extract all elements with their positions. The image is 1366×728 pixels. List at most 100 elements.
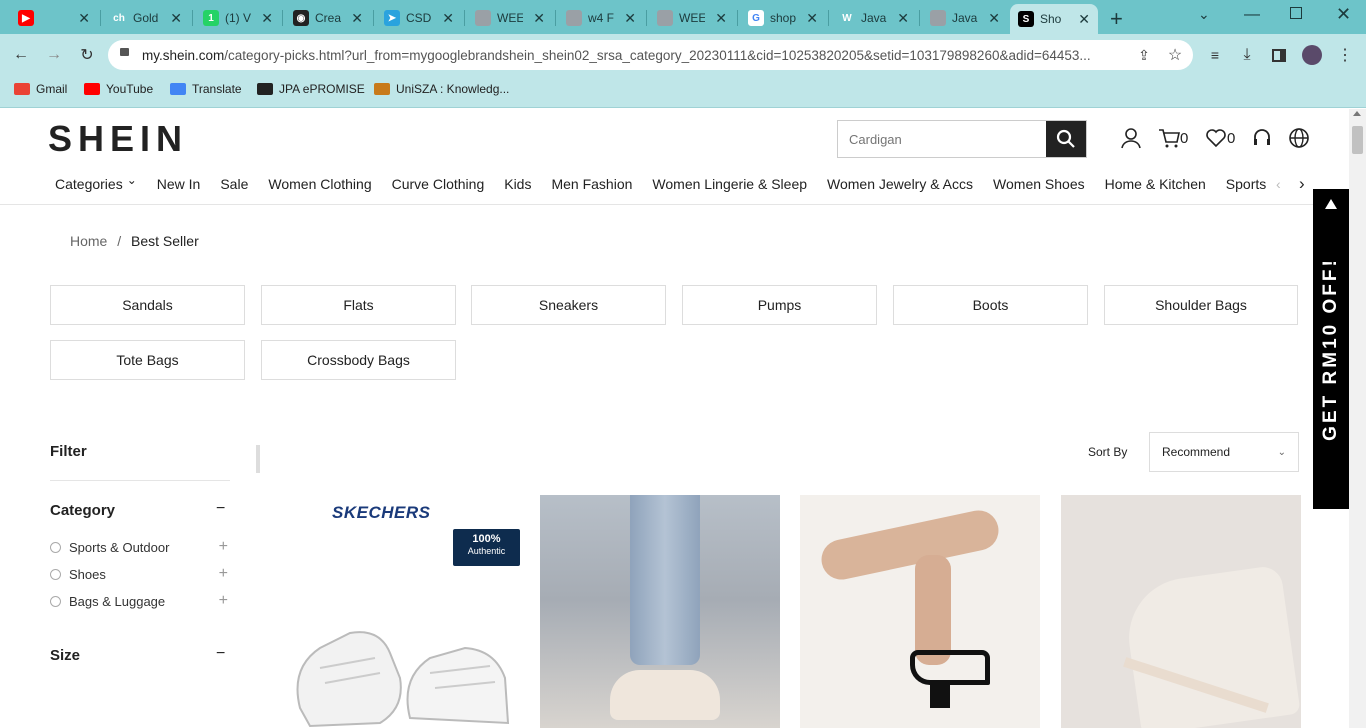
download-icon[interactable]: ⤓ [1236, 44, 1258, 66]
bookmark-item[interactable]: Gmail [14, 82, 67, 96]
category-chip[interactable]: Tote Bags [50, 340, 245, 380]
search-input[interactable] [838, 121, 1046, 157]
support-icon[interactable] [1251, 127, 1273, 149]
browser-tab[interactable]: ➤ CSD ✕ [376, 6, 462, 30]
bookmark-item[interactable]: YouTube [84, 82, 153, 96]
tab-close-icon[interactable]: ✕ [624, 10, 636, 27]
browser-tab[interactable]: W Java ✕ [831, 6, 917, 30]
nav-item[interactable]: Curve Clothing [392, 176, 485, 192]
category-option[interactable]: Shoes + [50, 565, 228, 583]
category-option[interactable]: Sports & Outdoor + [50, 538, 228, 556]
expand-plus-icon[interactable]: + [219, 565, 228, 583]
profile-avatar[interactable] [1302, 45, 1322, 65]
page-scrollbar[interactable] [1349, 109, 1366, 728]
tab-close-icon[interactable]: ✕ [170, 10, 182, 27]
product-card[interactable] [800, 495, 1040, 728]
close-window-button[interactable]: ✕ [1336, 4, 1351, 25]
browser-tab[interactable]: ◉ Crea ✕ [285, 6, 371, 30]
tab-separator [100, 10, 101, 26]
browser-tab[interactable]: WEE ✕ [467, 6, 553, 30]
product-card[interactable] [540, 495, 780, 728]
expand-plus-icon[interactable]: + [219, 592, 228, 610]
tab-close-icon[interactable]: ✕ [897, 10, 909, 27]
side-panel-icon[interactable] [1268, 44, 1290, 66]
reading-list-icon[interactable]: ≡ [1204, 44, 1226, 66]
size-collapse-icon[interactable]: − [216, 645, 225, 663]
scrollbar-thumb[interactable] [1352, 126, 1363, 154]
bookmark-star-icon[interactable]: ☆ [1164, 44, 1186, 66]
product-card[interactable] [1061, 495, 1301, 728]
tab-close-icon[interactable]: ✕ [78, 10, 90, 27]
nav-item[interactable]: Sports & Outdoor [1226, 176, 1267, 192]
tab-close-icon[interactable]: ✕ [533, 10, 545, 27]
promo-side-banner[interactable]: GET RM10 OFF! [1313, 189, 1349, 509]
minimize-button[interactable]: — [1244, 6, 1260, 24]
browser-tab[interactable]: w4 F ✕ [558, 6, 644, 30]
reload-icon[interactable]: ↻ [76, 44, 98, 66]
menu-icon[interactable]: ⋮ [1334, 44, 1356, 66]
bookmark-item[interactable]: Translate [170, 82, 242, 96]
browser-tab[interactable]: ▶ ✕ [10, 6, 98, 30]
bookmark-item[interactable]: UniSZA : Knowledg... [374, 82, 509, 96]
browser-tab[interactable]: Java ✕ [922, 6, 1008, 30]
tab-close-icon[interactable]: ✕ [1078, 11, 1090, 28]
nav-item[interactable]: Home & Kitchen [1105, 176, 1206, 192]
category-chip[interactable]: Shoulder Bags [1104, 285, 1298, 325]
radio-icon[interactable] [50, 595, 61, 607]
nav-item[interactable]: Men Fashion [551, 176, 632, 192]
tab-close-icon[interactable]: ✕ [715, 10, 727, 27]
nav-item[interactable]: Women Jewelry & Accs [827, 176, 973, 192]
category-chip[interactable]: Pumps [682, 285, 877, 325]
breadcrumb-home[interactable]: Home [70, 233, 107, 249]
nav-next-icon[interactable]: › [1299, 174, 1305, 194]
address-bar[interactable]: my.shein.com/category-picks.html?url_fro… [108, 40, 1193, 70]
tab-close-icon[interactable]: ✕ [806, 10, 818, 27]
nav-item[interactable]: New In [157, 176, 201, 192]
forward-icon[interactable]: → [43, 44, 65, 66]
category-filter-title[interactable]: Category [50, 502, 115, 519]
cart-button[interactable]: 0 [1158, 127, 1188, 149]
category-collapse-icon[interactable]: − [216, 500, 225, 518]
category-chip[interactable]: Boots [893, 285, 1088, 325]
filter-scroll-handle[interactable] [256, 445, 260, 473]
category-chip[interactable]: Crossbody Bags [261, 340, 456, 380]
search-button[interactable] [1046, 121, 1086, 157]
browser-tab[interactable]: ch Gold ✕ [103, 6, 190, 30]
new-tab-button[interactable]: + [1110, 6, 1123, 32]
restore-button[interactable] [1290, 7, 1302, 19]
shein-logo[interactable]: SHEIN [48, 118, 188, 160]
nav-item[interactable]: Categories [55, 176, 123, 192]
share-icon[interactable]: ⇪ [1133, 44, 1155, 66]
size-filter-title[interactable]: Size [50, 647, 80, 664]
nav-prev-icon[interactable]: ‹ [1276, 176, 1281, 192]
sort-select[interactable]: Recommend ⌄ [1149, 432, 1299, 472]
tab-close-icon[interactable]: ✕ [351, 10, 363, 27]
nav-item[interactable]: Kids [504, 176, 531, 192]
browser-tab[interactable]: Gshop ✕ [740, 6, 826, 30]
back-icon[interactable]: ← [10, 44, 32, 66]
nav-item[interactable]: Women Clothing [268, 176, 371, 192]
account-icon[interactable] [1120, 127, 1142, 149]
tab-close-icon[interactable]: ✕ [261, 10, 273, 27]
nav-item[interactable]: Sale [220, 176, 248, 192]
scroll-up-icon[interactable] [1353, 111, 1361, 116]
globe-icon[interactable] [1288, 127, 1310, 149]
tab-search-icon[interactable]: ⌄ [1198, 6, 1210, 23]
category-chip[interactable]: Sandals [50, 285, 245, 325]
tab-close-icon[interactable]: ✕ [988, 10, 1000, 27]
category-chip[interactable]: Sneakers [471, 285, 666, 325]
wishlist-button[interactable]: 0 [1205, 127, 1235, 149]
category-chip[interactable]: Flats [261, 285, 456, 325]
expand-plus-icon[interactable]: + [219, 538, 228, 556]
radio-icon[interactable] [50, 568, 61, 580]
browser-tab[interactable]: WEE ✕ [649, 6, 735, 30]
browser-tab[interactable]: 1 (1) V ✕ [195, 6, 281, 30]
radio-icon[interactable] [50, 541, 61, 553]
tab-close-icon[interactable]: ✕ [442, 10, 454, 27]
product-card[interactable]: SKECHERS 100% Authentic [280, 495, 520, 728]
nav-item[interactable]: Women Shoes [993, 176, 1085, 192]
browser-tab[interactable]: S Sho ✕ [1010, 4, 1098, 34]
bookmark-item[interactable]: JPA ePROMISE [257, 82, 365, 96]
category-option[interactable]: Bags & Luggage + [50, 592, 228, 610]
nav-item[interactable]: Women Lingerie & Sleep [652, 176, 807, 192]
